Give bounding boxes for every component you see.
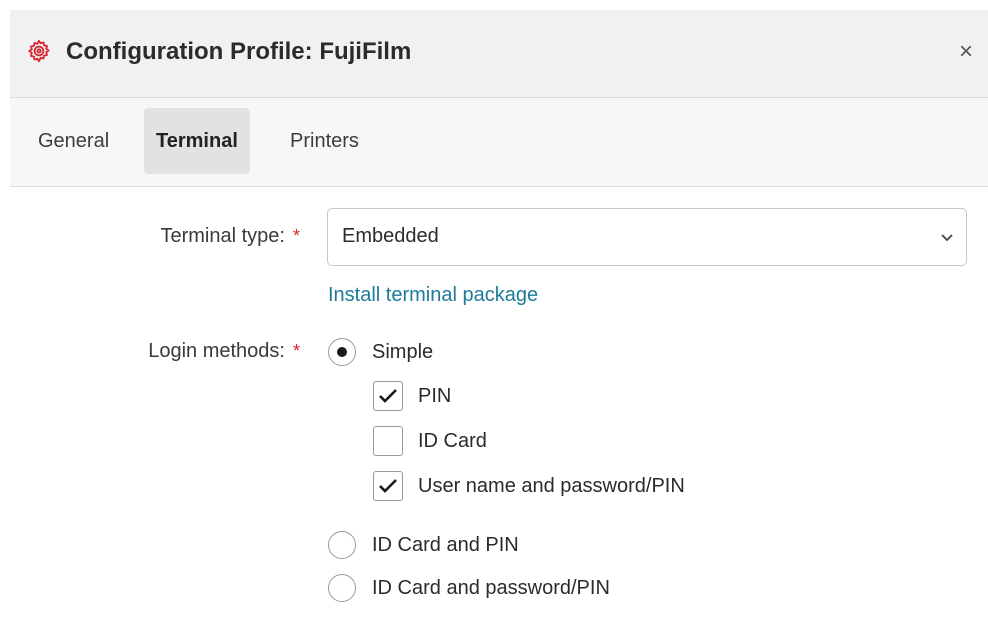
gear-icon — [28, 39, 50, 63]
checkbox-id-card-label: ID Card — [418, 430, 487, 452]
tab-bar: General Terminal Printers — [10, 98, 988, 187]
dialog-header: Configuration Profile: FujiFilm × — [10, 10, 988, 98]
login-methods-label: Login methods: * — [30, 340, 300, 363]
radio-id-card-and-pin-label: ID Card and PIN — [372, 534, 519, 556]
checkmark-icon — [379, 389, 397, 403]
terminal-type-value: Embedded — [342, 225, 439, 247]
chevron-down-icon — [941, 234, 953, 242]
radio-id-card-and-password[interactable] — [328, 574, 356, 602]
checkbox-pin[interactable] — [373, 381, 403, 411]
checkbox-id-card[interactable] — [373, 426, 403, 456]
dialog-title: Configuration Profile: FujiFilm — [66, 38, 412, 65]
configuration-dialog: Configuration Profile: FujiFilm × Genera… — [10, 10, 988, 619]
radio-id-card-and-password-label: ID Card and password/PIN — [372, 577, 610, 599]
tab-printers[interactable]: Printers — [278, 108, 371, 174]
required-mark: * — [292, 341, 300, 361]
radio-simple-label: Simple — [372, 341, 434, 363]
install-terminal-package-link[interactable]: Install terminal package — [328, 284, 538, 307]
tab-general[interactable]: General — [26, 108, 121, 174]
terminal-type-label: Terminal type: * — [30, 225, 300, 248]
checkmark-icon — [379, 479, 397, 493]
terminal-type-label-text: Terminal type: — [160, 225, 285, 247]
checkbox-username-password[interactable] — [373, 471, 403, 501]
terminal-type-select[interactable]: Embedded — [327, 208, 967, 266]
radio-id-card-and-pin[interactable] — [328, 531, 356, 559]
checkbox-pin-label: PIN — [418, 385, 452, 407]
radio-simple[interactable] — [328, 338, 356, 366]
checkbox-username-password-label: User name and password/PIN — [418, 475, 685, 497]
required-mark: * — [292, 226, 300, 246]
tab-terminal[interactable]: Terminal — [144, 108, 250, 174]
login-methods-label-text: Login methods: — [148, 340, 285, 362]
close-button[interactable]: × — [955, 37, 977, 67]
